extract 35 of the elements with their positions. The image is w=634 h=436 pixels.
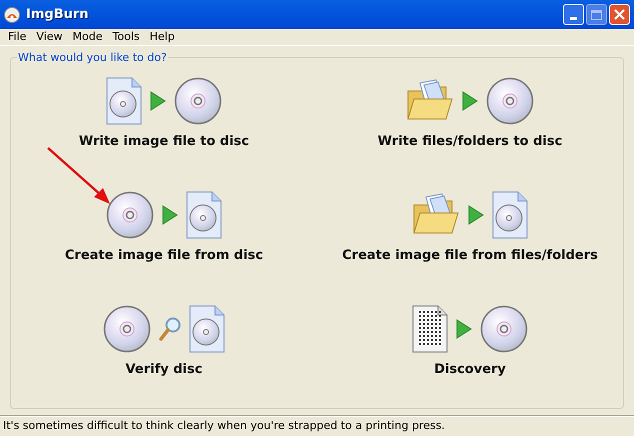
menu-item[interactable]: File xyxy=(3,28,32,46)
group-title: What would you like to do? xyxy=(17,50,168,66)
action-label[interactable]: Create image file from disc xyxy=(64,246,264,266)
disc-icon xyxy=(106,191,154,239)
menu-item[interactable]: View xyxy=(31,28,68,46)
status-text: It's sometimes difficult to think clearly when you're strapped to a printing press. xyxy=(3,418,445,434)
magnifier-icon xyxy=(159,317,181,341)
play-arrow-icon xyxy=(162,205,178,225)
disc-icon xyxy=(174,77,222,125)
play-arrow-icon xyxy=(150,91,166,111)
close-button[interactable] xyxy=(609,4,630,25)
menu-item[interactable]: Tools xyxy=(108,28,145,46)
action-label[interactable]: Verify disc xyxy=(126,360,202,380)
log-file-icon xyxy=(412,305,448,353)
image-file-icon xyxy=(106,77,142,125)
disc-icon xyxy=(486,77,534,125)
menu-item[interactable]: Help xyxy=(144,28,180,46)
disc-icon xyxy=(480,305,528,353)
annotation-arrow xyxy=(46,146,112,206)
action-label[interactable]: Write image file to disc xyxy=(78,132,250,152)
window-title: ImgBurn xyxy=(26,6,89,24)
image-file-icon xyxy=(186,191,222,239)
minimize-button[interactable] xyxy=(563,4,584,25)
play-arrow-icon xyxy=(456,319,472,339)
maximize-button[interactable] xyxy=(586,4,607,25)
play-arrow-icon xyxy=(468,205,484,225)
action-label[interactable]: Discovery xyxy=(434,360,506,380)
image-file-icon xyxy=(189,305,225,353)
image-file-icon xyxy=(492,191,528,239)
action-label[interactable]: Write files/folders to disc xyxy=(378,132,562,152)
app-icon xyxy=(4,6,20,22)
play-arrow-icon xyxy=(462,91,478,111)
action-label[interactable]: Create image file from files/folders xyxy=(342,246,598,266)
disc-icon xyxy=(103,305,151,353)
menu-item[interactable]: Mode xyxy=(68,28,108,46)
